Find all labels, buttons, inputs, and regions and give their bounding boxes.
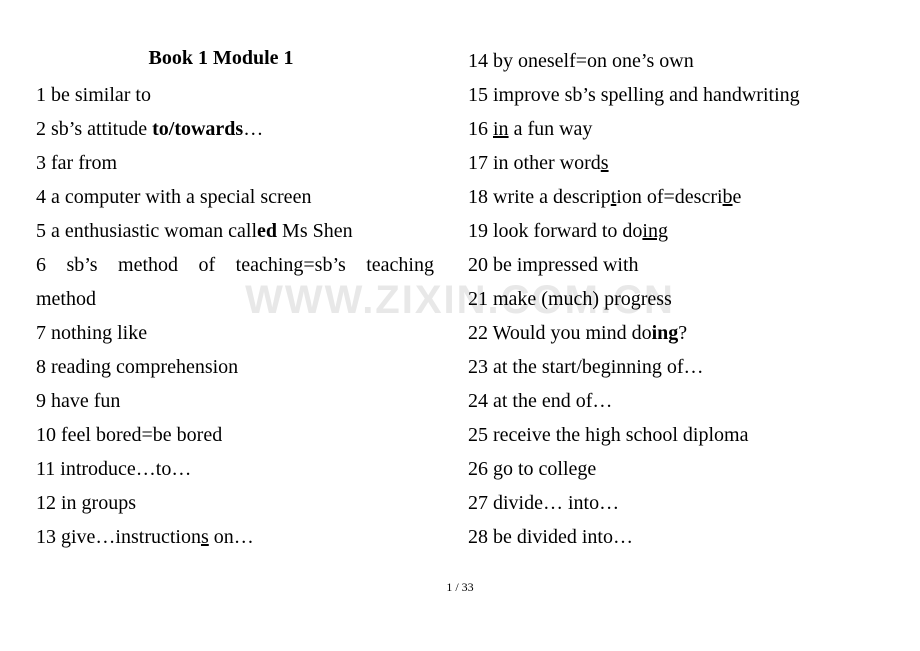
page-footer: 1 / 33 [446,580,474,594]
list-item: 22 Would you mind doing? [468,322,688,344]
list-item: 1 be similar to [36,84,151,106]
left-column: Book 1 Module 1 1 be similar to 2 sb’s a… [0,44,440,554]
list-item: 12 in groups [36,492,136,514]
list-item: 21 make (much) progress [468,288,672,310]
list-item: 26 go to college [468,458,597,480]
list-item: 11 introduce…to… [36,458,192,480]
list-item: 18 write a description of=describe [468,186,742,208]
list-item: 16 in a fun way [468,118,593,140]
list-item: 3 far from [36,152,118,174]
right-column: 14 by oneself=on one’s own 15 improve sb… [440,44,920,554]
list-item: 13 give…instructions on… [36,526,254,548]
list-item: 2 sb’s attitude to/towards… [36,118,264,140]
list-item: 17 in other words [468,152,609,174]
list-item: 7 nothing like [36,322,148,344]
list-item: 24 at the end of… [468,390,613,412]
list-item: 25 receive the high school diploma [468,424,749,446]
list-item: 19 look forward to doing [468,220,668,242]
list-item: 4 a computer with a special screen [36,186,312,208]
list-item: 9 have fun [36,390,121,412]
list-item: 5 a enthusiastic woman called Ms Shen [36,220,353,242]
list-item: 27 divide… into… [468,492,620,514]
list-item: 6 sb’s method of teaching=sb’s teaching [36,254,434,276]
list-item: method [36,288,96,310]
list-item: 8 reading comprehension [36,356,239,378]
document-page: WWW.ZIXIN.COM.CN Book 1 Module 1 1 be si… [0,0,920,651]
list-item: 28 be divided into… [468,526,633,548]
list-item: 20 be impressed with [468,254,639,276]
two-column-body: Book 1 Module 1 1 be similar to 2 sb’s a… [0,44,920,554]
page-title: Book 1 Module 1 [148,47,294,69]
list-item: 23 at the start/beginning of… [468,356,704,378]
list-item: 15 improve sb’s spelling and handwriting [468,84,800,106]
list-item: 14 by oneself=on one’s own [468,50,694,72]
list-item: 10 feel bored=be bored [36,424,223,446]
